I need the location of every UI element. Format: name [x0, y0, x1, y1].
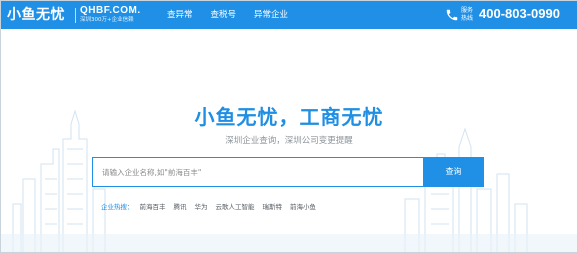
logo-tagline: 深圳300万+企业信赖: [80, 17, 134, 23]
hotline-label: 服务热线: [461, 7, 474, 22]
search-button[interactable]: 查询: [423, 157, 484, 187]
hot-search-item[interactable]: 前海百丰: [140, 201, 166, 211]
phone-number[interactable]: 400-803-0990: [479, 4, 560, 24]
nav-check-abnormal[interactable]: 查异常: [167, 1, 193, 29]
hot-search-item[interactable]: 云歌人工智能: [216, 201, 255, 211]
logo-domain: QHBF.COM.: [80, 5, 141, 16]
nav-check-tax-id[interactable]: 查税号: [211, 1, 237, 29]
nav-abnormal-companies[interactable]: 异常企业: [254, 1, 288, 29]
phone-icon: [446, 9, 458, 21]
hot-search-item[interactable]: 瑞斯特: [263, 201, 283, 211]
logo-text[interactable]: 小鱼无忧: [7, 5, 65, 25]
main-nav: 查异常 查税号 异常企业: [167, 1, 306, 29]
hero-section: 小鱼无忧，工商无忧 深圳企业查询，深圳公司变更提醒: [1, 29, 577, 252]
company-search-input[interactable]: [93, 158, 423, 186]
hot-search-item[interactable]: 前海小鱼: [290, 201, 316, 211]
hot-search-label: 企业热搜：: [101, 203, 134, 211]
hot-search-item[interactable]: 华为: [195, 201, 208, 211]
hero-subtitle: 深圳企业查询，深圳公司变更提醒: [225, 136, 353, 146]
logo-divider: [75, 8, 76, 23]
search-box: [92, 157, 423, 187]
top-header: 小鱼无忧 QHBF.COM. 深圳300万+企业信赖 查异常 查税号 异常企业 …: [1, 1, 577, 29]
hot-search-row: 企业热搜： 前海百丰 腾讯 华为 云歌人工智能 瑞斯特 前海小鱼: [101, 200, 324, 212]
browser-frame: 小鱼无忧 QHBF.COM. 深圳300万+企业信赖 查异常 查税号 异常企业 …: [0, 0, 578, 253]
hot-search-item[interactable]: 腾讯: [174, 201, 187, 211]
hero-title: 小鱼无忧，工商无忧: [194, 105, 384, 129]
